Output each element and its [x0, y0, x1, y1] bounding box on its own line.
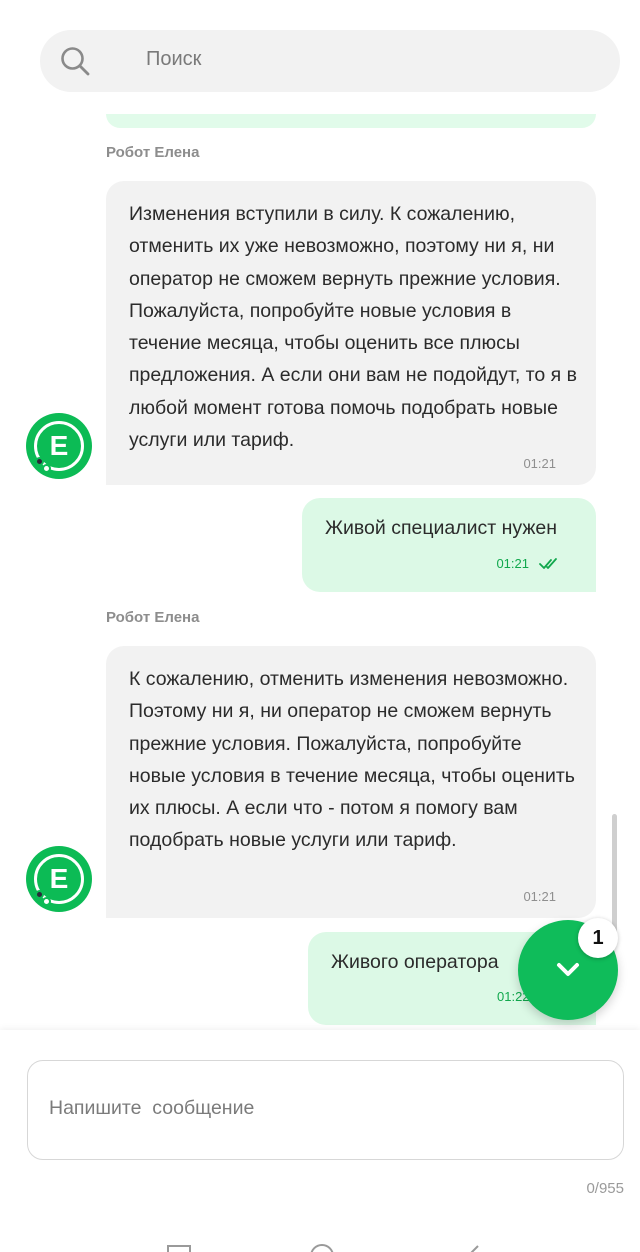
character-counter: 0/955 [586, 1180, 624, 1197]
message-time: 01:21 [523, 456, 556, 471]
message-placeholder: Напишите сообщение [49, 1097, 255, 1119]
message-input[interactable]: Напишите сообщение [27, 1060, 624, 1160]
message-time: 01:21 [523, 889, 556, 904]
back-icon[interactable] [458, 1242, 488, 1252]
scrollbar[interactable] [612, 814, 617, 934]
outgoing-message-bubble: Живой специалист нужен 01:21 [302, 498, 596, 592]
message-text: К сожалению, отменить изменения невозмож… [129, 668, 575, 852]
search-bar[interactable]: Поиск [40, 30, 620, 92]
message-text: Изменения вступили в силу. К сожалению, … [129, 203, 577, 452]
search-icon [61, 47, 90, 76]
avatar-dot-icon [42, 464, 51, 473]
incoming-message-bubble: Изменения вступили в силу. К сожалению, … [106, 181, 596, 485]
message-text: Живой специалист нужен [325, 517, 558, 539]
read-checkmarks-icon [539, 558, 557, 569]
sender-name: Робот Елена [106, 609, 200, 626]
avatar-dot-icon [42, 897, 51, 906]
incoming-message-bubble: К сожалению, отменить изменения невозмож… [106, 646, 596, 918]
bot-avatar: Е [26, 846, 92, 912]
previous-message-bubble [106, 94, 596, 128]
home-icon[interactable] [307, 1242, 337, 1252]
chevron-down-icon [557, 963, 579, 976]
unread-count-badge: 1 [578, 918, 618, 958]
sender-name: Робот Елена [106, 144, 200, 161]
recent-apps-icon[interactable] [164, 1242, 194, 1252]
bot-avatar: Е [26, 413, 92, 479]
search-input[interactable]: Поиск [146, 48, 201, 71]
message-time: 01:21 [496, 556, 529, 571]
message-composer: Напишите сообщение 0/955 [0, 1030, 640, 1252]
